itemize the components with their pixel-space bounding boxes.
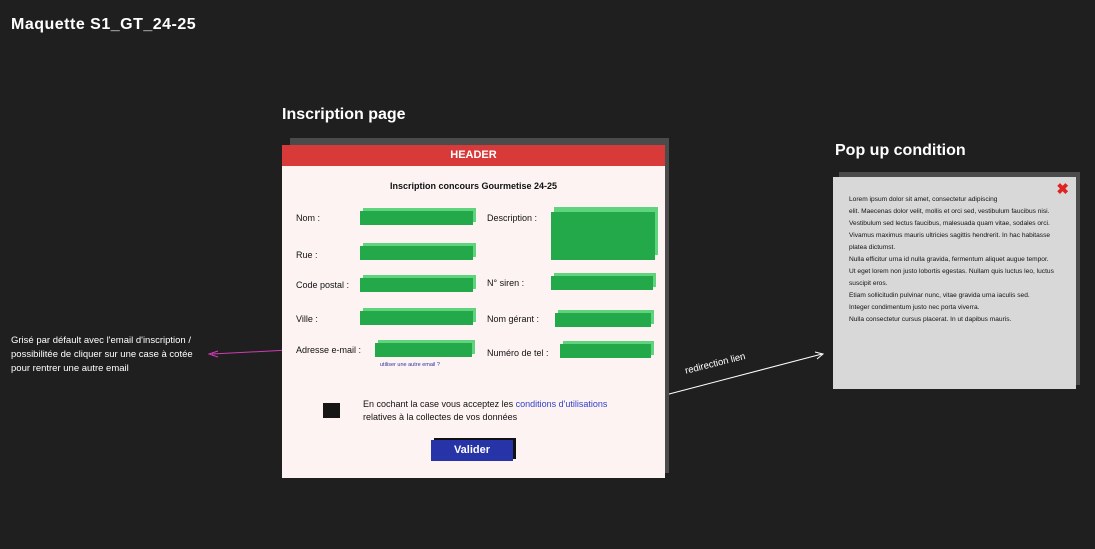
consent-checkbox[interactable] <box>323 403 340 418</box>
email-annotation-note: Grisé par défault avec l'email d'inscrip… <box>11 335 193 374</box>
popup-section-title: Pop up condition <box>835 142 966 159</box>
rue-label: Rue : <box>296 250 318 260</box>
submit-button[interactable]: Valider <box>431 440 513 461</box>
consent-text: En cochant la case vous acceptez les con… <box>363 398 633 424</box>
email-label: Adresse e-mail : <box>296 345 362 355</box>
inscription-form-card: HEADER Inscription concours Gourmetise 2… <box>282 145 665 478</box>
inscription-section-title: Inscription page <box>282 106 406 123</box>
siren-label: N° siren : <box>487 278 525 288</box>
consent-text-after: relatives à la collectes de vos données <box>363 412 518 422</box>
description-label: Description : <box>487 213 538 223</box>
gerant-label: Nom gérant : <box>487 314 540 324</box>
code-postal-label: Code postal : <box>296 280 350 290</box>
conditions-text: Lorem ipsum dolor sit amet, consectetur … <box>849 196 1054 323</box>
ville-label: Ville : <box>296 314 318 324</box>
board-title: Maquette S1_GT_24-25 <box>11 16 197 33</box>
nom-label: Nom : <box>296 213 321 223</box>
form-title: Inscription concours Gourmetise 24-25 <box>389 181 558 191</box>
redirect-arrowhead-icon <box>814 351 825 360</box>
use-other-email-link[interactable]: utiliser une autre email ? <box>380 362 440 368</box>
email-note-arrowhead-icon <box>207 350 219 358</box>
consent-text-before: En cochant la case vous acceptez les <box>363 399 516 409</box>
tel-label: Numéro de tel : <box>487 348 549 358</box>
email-note-arrow <box>211 349 290 355</box>
conditions-popup: ✖ Lorem ipsum dolor sit amet, consectetu… <box>833 177 1076 389</box>
form-header: HEADER <box>282 145 665 166</box>
conditions-link[interactable]: conditions d'utilisations <box>516 399 608 409</box>
redirect-label: redirection lien <box>684 351 747 377</box>
